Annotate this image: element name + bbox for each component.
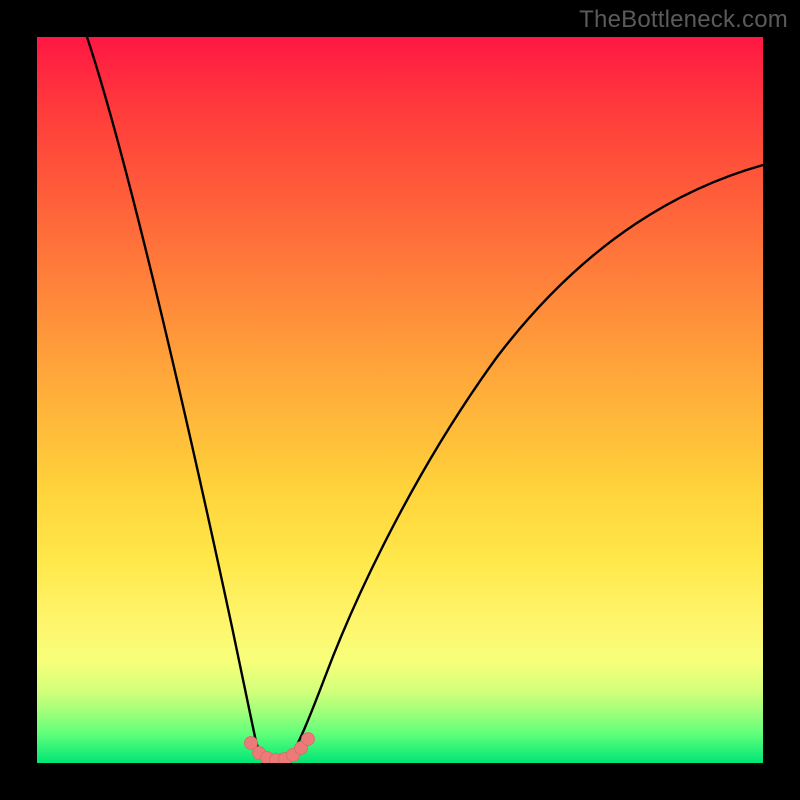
bottleneck-curve	[37, 37, 763, 763]
watermark-text: TheBottleneck.com	[579, 6, 788, 34]
valley-marker	[302, 733, 315, 746]
chart-plot-area	[37, 37, 763, 763]
chart-frame: TheBottleneck.com	[0, 0, 800, 800]
curve-left-branch	[87, 37, 261, 756]
curve-right-branch	[291, 165, 763, 756]
